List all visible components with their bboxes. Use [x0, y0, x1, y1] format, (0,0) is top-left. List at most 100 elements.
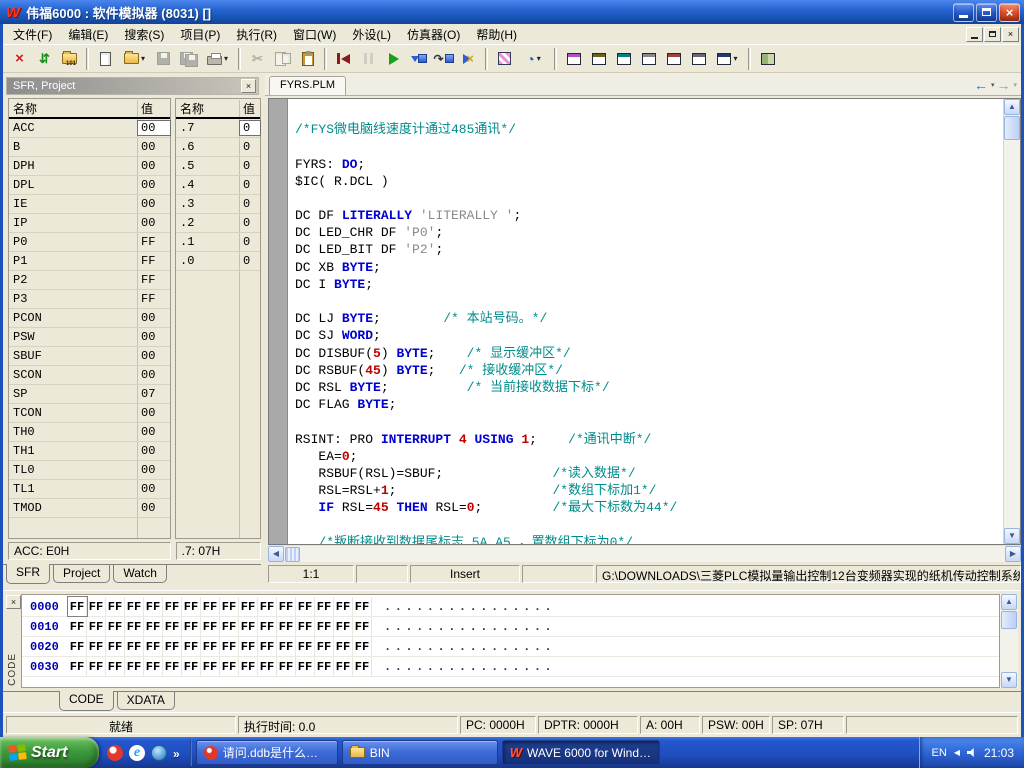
quick-launch-overflow-icon[interactable]: »: [173, 747, 180, 761]
save-all-button[interactable]: [176, 47, 201, 71]
memory-panel-close-button[interactable]: ×: [6, 595, 21, 609]
memory-byte[interactable]: FF: [296, 637, 315, 656]
close-button[interactable]: ×: [999, 3, 1020, 22]
register-row-value[interactable]: 00: [138, 178, 170, 192]
window-project-button[interactable]: [586, 47, 611, 71]
register-row[interactable]: B00: [9, 138, 170, 157]
menu-item[interactable]: 帮助(H): [468, 24, 525, 45]
memory-byte[interactable]: FF: [163, 657, 182, 676]
memory-byte[interactable]: FF: [106, 597, 125, 616]
mdi-minimize-button[interactable]: [966, 27, 983, 42]
sfr-panel-titlebar[interactable]: SFR, Project ×: [6, 77, 259, 95]
menu-item[interactable]: 执行(R): [228, 24, 285, 45]
register-row[interactable]: ACC00: [9, 119, 170, 138]
memory-byte[interactable]: FF: [353, 657, 372, 676]
register-row[interactable]: P2FF: [9, 271, 170, 290]
register-row[interactable]: DPL00: [9, 176, 170, 195]
memory-byte[interactable]: FF: [296, 617, 315, 636]
memory-byte[interactable]: FF: [106, 657, 125, 676]
register-row[interactable]: IE00: [9, 195, 170, 214]
bit-row-value[interactable]: 0: [240, 140, 260, 154]
menu-item[interactable]: 编辑(E): [60, 24, 116, 45]
memory-byte[interactable]: FF: [201, 617, 220, 636]
timer-button[interactable]: ◔▾: [517, 47, 550, 71]
load-module-button[interactable]: 101: [57, 47, 82, 71]
editor-tab-fyrs[interactable]: FYRS.PLM: [269, 76, 346, 95]
print-dropdown-icon[interactable]: ▾: [224, 54, 228, 63]
register-row-value[interactable]: 00: [138, 311, 170, 325]
memory-byte[interactable]: FF: [68, 657, 87, 676]
register-row-value[interactable]: 00: [138, 330, 170, 344]
register-row-value[interactable]: FF: [138, 235, 170, 249]
scroll-thumb[interactable]: [1001, 611, 1017, 629]
volume-icon[interactable]: [967, 748, 977, 758]
window-dropdown-icon[interactable]: ▾: [733, 54, 737, 63]
memory-panel-titlebar[interactable]: × CODE: [3, 594, 21, 688]
memory-byte[interactable]: FF: [201, 657, 220, 676]
memory-byte[interactable]: FF: [258, 617, 277, 636]
memory-byte[interactable]: FF: [163, 617, 182, 636]
memory-byte[interactable]: FF: [296, 597, 315, 616]
scroll-up-icon[interactable]: ▲: [1001, 594, 1017, 610]
scroll-down-icon[interactable]: ▼: [1001, 672, 1017, 688]
memory-byte[interactable]: FF: [220, 637, 239, 656]
memory-byte[interactable]: FF: [87, 657, 106, 676]
minimize-button[interactable]: [953, 3, 974, 22]
memory-byte[interactable]: FF: [315, 617, 334, 636]
scroll-left-icon[interactable]: ◀: [268, 546, 284, 562]
memory-byte[interactable]: FF: [144, 617, 163, 636]
register-row[interactable]: IP00: [9, 214, 170, 233]
memory-byte[interactable]: FF: [220, 597, 239, 616]
memory-byte[interactable]: FF: [125, 597, 144, 616]
memory-byte[interactable]: FF: [182, 657, 201, 676]
memory-byte[interactable]: FF: [106, 637, 125, 656]
memory-byte[interactable]: FF: [144, 657, 163, 676]
editor-vscrollbar[interactable]: ▲ ▼: [1003, 99, 1020, 544]
bit-row[interactable]: .70: [176, 119, 260, 138]
memory-byte[interactable]: FF: [68, 637, 87, 656]
memory-byte[interactable]: FF: [258, 597, 277, 616]
nav-back-dropdown-icon[interactable]: ▾: [991, 81, 995, 89]
mdi-close-button[interactable]: ×: [1002, 27, 1019, 42]
pause-button[interactable]: [356, 47, 381, 71]
memory-byte[interactable]: FF: [144, 597, 163, 616]
memory-byte[interactable]: FF: [277, 617, 296, 636]
register-row-value[interactable]: 00: [138, 406, 170, 420]
open-dropdown-icon[interactable]: ▾: [141, 54, 145, 63]
nav-forward-dropdown-icon[interactable]: ▾: [1013, 81, 1017, 89]
window-memory-button[interactable]: [686, 47, 711, 71]
window-cpu-button[interactable]: ▾: [711, 47, 744, 71]
bit-row-value[interactable]: 0: [240, 159, 260, 173]
menu-item[interactable]: 仿真器(O): [399, 24, 468, 45]
memory-byte[interactable]: FF: [239, 617, 258, 636]
register-row[interactable]: PCON00: [9, 309, 170, 328]
menu-item[interactable]: 项目(P): [172, 24, 228, 45]
copy-button[interactable]: [270, 47, 295, 71]
register-row[interactable]: TL000: [9, 461, 170, 480]
step-into-button[interactable]: [406, 47, 431, 71]
memory-byte[interactable]: FF: [87, 637, 106, 656]
tab-watch[interactable]: Watch: [113, 565, 167, 583]
register-row-value[interactable]: 00: [138, 482, 170, 496]
memory-byte[interactable]: FF: [277, 597, 296, 616]
window-info-button[interactable]: [611, 47, 636, 71]
memory-byte[interactable]: FF: [258, 657, 277, 676]
memory-byte[interactable]: FF: [163, 597, 182, 616]
menu-item[interactable]: 文件(F): [5, 24, 60, 45]
menu-item[interactable]: 窗口(W): [285, 24, 344, 45]
reset-button[interactable]: [331, 47, 356, 71]
memory-byte[interactable]: FF: [201, 637, 220, 656]
window-watch-button[interactable]: [636, 47, 661, 71]
bit-row[interactable]: .40: [176, 176, 260, 195]
memory-byte[interactable]: FF: [353, 617, 372, 636]
bit-row-value[interactable]: 0: [240, 121, 260, 135]
bit-row[interactable]: .50: [176, 157, 260, 176]
tile-windows-button[interactable]: [755, 47, 780, 71]
memory-tab-code[interactable]: CODE: [59, 691, 114, 711]
memory-byte[interactable]: FF: [182, 637, 201, 656]
memory-byte[interactable]: FF: [334, 657, 353, 676]
register-row-value[interactable]: 00: [138, 159, 170, 173]
register-row[interactable]: TCON00: [9, 404, 170, 423]
scroll-thumb[interactable]: [1004, 116, 1020, 140]
register-row-value[interactable]: 00: [138, 140, 170, 154]
